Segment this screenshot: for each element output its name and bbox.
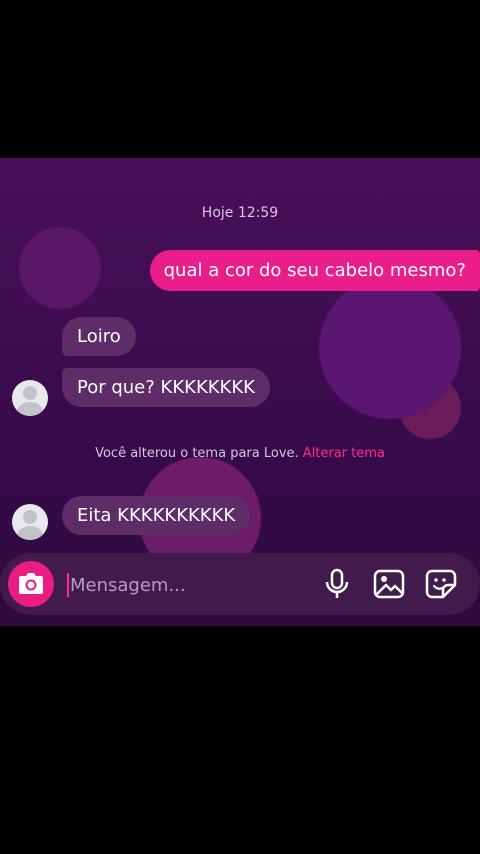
sent-message[interactable]: qual a cor do seu cabelo mesmo? — [149, 250, 480, 291]
camera-icon — [19, 573, 43, 594]
contact-avatar[interactable] — [12, 380, 48, 416]
gallery-icon[interactable] — [373, 569, 405, 599]
microphone-icon[interactable] — [323, 567, 351, 601]
message-timestamp: Hoje 12:59 — [201, 205, 279, 221]
sticker-icon[interactable] — [425, 569, 457, 599]
text-cursor — [67, 573, 69, 597]
camera-button[interactable] — [8, 561, 54, 607]
message-input[interactable] — [70, 573, 300, 597]
received-message[interactable]: Loiro — [62, 317, 136, 356]
received-message[interactable]: Por que? KKKKKKKK — [62, 368, 270, 407]
theme-notice-text: Você alterou o tema para Love. — [95, 446, 299, 461]
contact-avatar[interactable] — [12, 504, 48, 540]
change-theme-link[interactable]: Alterar tema — [303, 446, 385, 461]
received-message[interactable]: Eita KKKKKKKKKK — [62, 496, 251, 535]
theme-change-notice: Você alterou o tema para Love. Alterar t… — [0, 446, 480, 461]
